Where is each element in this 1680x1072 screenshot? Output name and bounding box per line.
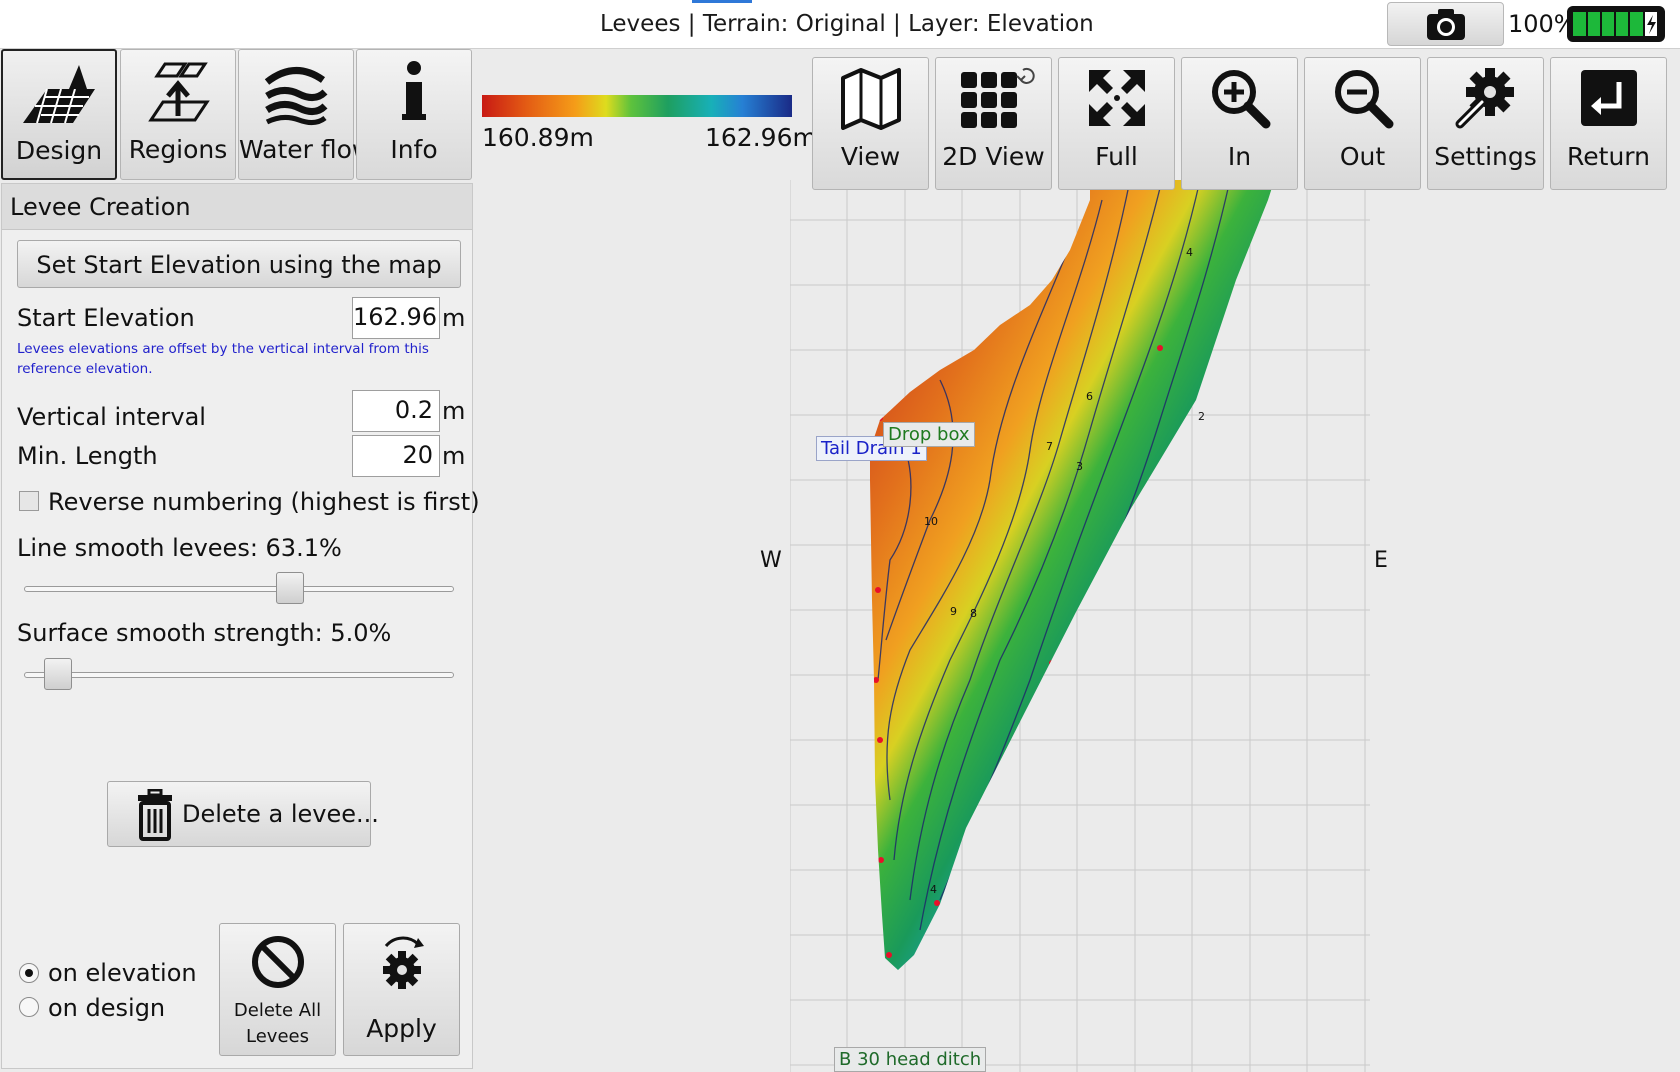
start-elevation-label: Start Elevation [17,304,195,332]
vertical-interval-label: Vertical interval [17,403,206,431]
full-extent-button[interactable]: Full [1058,57,1175,190]
radio-on-elevation[interactable] [19,963,39,983]
radio-on-elevation-label: on elevation [48,959,197,987]
2d-view-button[interactable]: 2D View [935,57,1052,190]
settings-label: Settings [1434,142,1537,171]
full-extent-icon [1088,70,1145,126]
screenshot-button[interactable] [1387,2,1504,46]
contour-number: 3 [1076,460,1083,473]
drop-box-label[interactable]: Drop box [883,422,975,447]
reverse-numbering-label: Reverse numbering (highest is first) [48,488,480,516]
panel-header: Levee Creation [2,184,472,230]
delete-levee-button[interactable]: Delete a levee... [107,781,379,847]
tab-design-label: Design [15,136,103,165]
return-button[interactable]: Return [1550,57,1667,190]
water-flow-icon [264,67,328,126]
contour-number: 4 [1186,246,1193,259]
full-extent-label: Full [1095,142,1138,171]
line-smooth-label: Line smooth levees: 63.1% [17,534,342,562]
contour-number: 10 [924,515,938,528]
min-length-label: Min. Length [17,442,158,470]
field-design-icon [23,65,95,124]
tab-water-flow-label: Water flow [239,135,373,164]
reverse-numbering-checkbox[interactable] [19,491,39,511]
gear-apply-icon [383,936,424,989]
tab-info-label: Info [390,135,438,164]
radio-on-design-label: on design [48,994,166,1022]
delete-all-line2: Levees [246,1026,309,1047]
terrain-map[interactable]: 4 2 6 7 10 9 8 3 4 W E Tail Drain 1 Drop… [760,180,1388,1072]
grid-2d-icon [960,67,1035,128]
color-scale-max: 162.96m [705,123,817,152]
apply-button[interactable]: Apply [343,923,460,1056]
start-elevation-note: Levees elevations are offset by the vert… [17,341,429,377]
contour-number: 7 [1046,440,1053,453]
return-label: Return [1567,142,1650,171]
zoom-in-label: In [1227,142,1252,171]
contour-number: 9 [950,605,957,618]
delete-all-line1: Delete All [233,1000,322,1021]
camera-icon [1427,9,1465,40]
zoom-out-icon [1334,70,1393,129]
return-icon [1580,70,1637,126]
delete-levee-label: Delete a levee... [182,800,379,828]
zoom-out-button[interactable]: Out [1304,57,1421,190]
compass-west: W [760,548,782,573]
2d-view-label: 2D View [942,142,1045,171]
min-length-field[interactable]: 20 [352,435,440,477]
title-bar: Levees | Terrain: Original | Layer: Elev… [0,0,1680,49]
map-icon [840,68,901,130]
contour-number: 6 [1086,390,1093,403]
info-icon [402,61,426,120]
elevation-color-scale [482,95,792,117]
line-smooth-slider[interactable] [24,586,454,592]
tab-design[interactable]: Design [1,49,117,180]
zoom-in-icon [1211,70,1270,129]
surface-smooth-slider-thumb[interactable] [44,658,72,690]
zoom-out-label: Out [1339,142,1386,171]
surface-smooth-label: Surface smooth strength: 5.0% [17,619,392,647]
no-sign-icon [252,936,304,988]
title-accent-line [692,0,752,3]
levee-creation-panel: Levee Creation Set Start Elevation using… [1,183,480,1069]
view-label: View [840,142,901,171]
line-smooth-slider-thumb[interactable] [276,572,305,604]
contour-number: 8 [970,607,977,620]
apply-label: Apply [366,1014,437,1043]
vertical-interval-unit: m [442,397,466,425]
tab-info[interactable]: Info [356,49,472,180]
set-start-elevation-label: Set Start Elevation using the map [36,251,442,279]
head-ditch-label[interactable]: B 30 head ditch [834,1047,987,1072]
vertical-interval-field[interactable]: 0.2 [352,390,440,432]
set-start-elevation-button[interactable]: Set Start Elevation using the map [17,240,461,288]
delete-all-levees-button[interactable]: Delete All Levees [219,923,336,1056]
contour-number: 4 [930,883,937,896]
zoom-in-button[interactable]: In [1181,57,1298,190]
contour-number: 2 [1198,410,1205,423]
radio-on-design[interactable] [19,997,39,1017]
color-scale-min: 160.89m [482,123,594,152]
settings-icon [1455,68,1514,129]
tab-regions[interactable]: Regions [120,49,236,180]
regions-icon [148,62,210,122]
tab-water-flow[interactable]: Water flow [238,49,373,180]
settings-button[interactable]: Settings [1427,57,1544,190]
start-elevation-field[interactable]: 162.96 [352,297,440,339]
start-elevation-unit: m [442,304,466,332]
view-button[interactable]: View [812,57,929,190]
trash-icon [138,789,172,841]
panel-title: Levee Creation [10,193,191,221]
window-title: Levees | Terrain: Original | Layer: Elev… [600,11,1094,37]
min-length-unit: m [442,442,466,470]
tab-regions-label: Regions [128,135,228,164]
compass-east: E [1374,548,1388,573]
surface-smooth-slider[interactable] [24,672,454,678]
battery-icon [1567,6,1665,42]
